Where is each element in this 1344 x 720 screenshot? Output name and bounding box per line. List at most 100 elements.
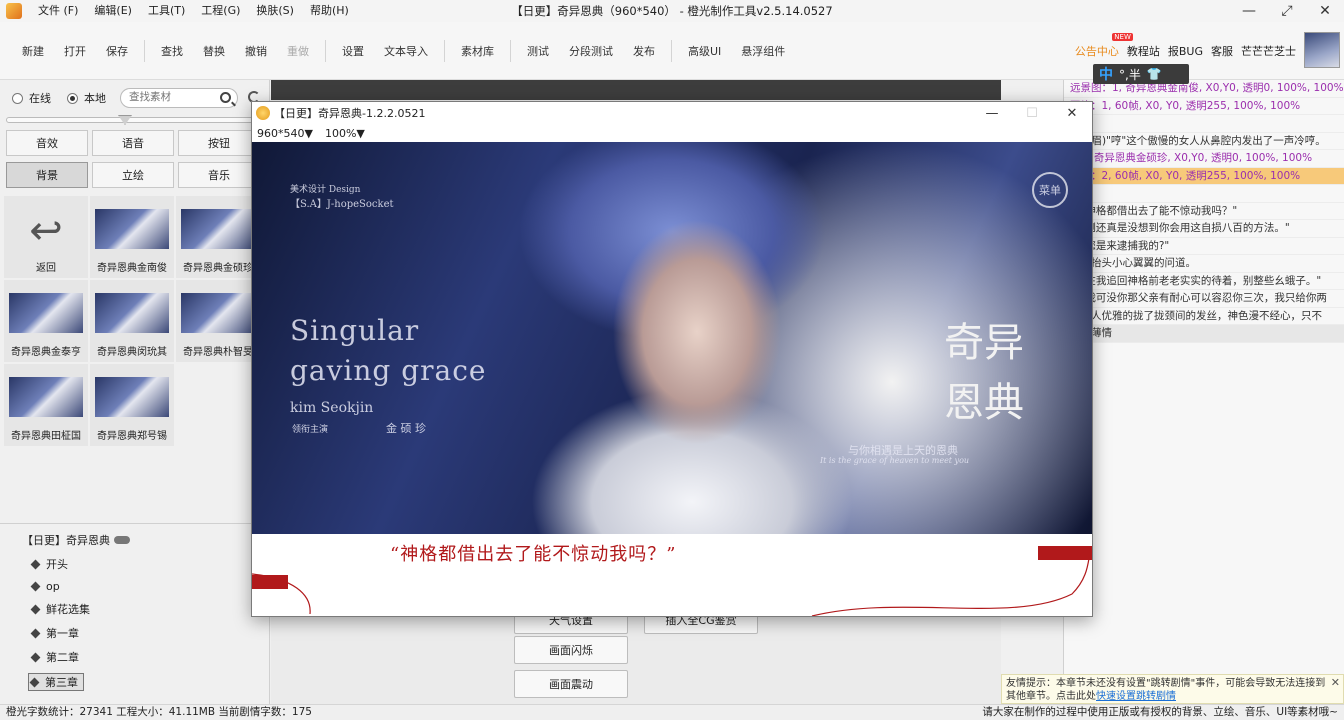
customer-service-link[interactable]: 客服	[1211, 43, 1233, 59]
restore-button[interactable]: ⤢	[1268, 0, 1306, 22]
script-line[interactable]: ："倒还真是没想到你会用这自损八百的方法。"	[1064, 220, 1344, 238]
tree-item-chapter-1[interactable]: 第一章	[30, 625, 270, 641]
thumbnail-size-slider[interactable]	[6, 117, 254, 123]
local-radio[interactable]	[67, 92, 78, 104]
quick-set-jump-link[interactable]: 快速设置跳转剧情	[1096, 691, 1176, 702]
asset-grid: ↩ 返回 奇异恩典金南俊 奇异恩典金硕珍 奇异恩典金泰亨 奇异恩典闵玧其 奇异恩…	[4, 196, 266, 446]
asset-thumbnail	[181, 293, 255, 333]
online-radio[interactable]	[12, 92, 23, 104]
category-button[interactable]: 按钮	[178, 130, 260, 156]
asset-item[interactable]: 奇异恩典金泰亨	[4, 280, 88, 362]
asset-item[interactable]: 奇异恩典田柾国	[4, 364, 88, 446]
category-voice[interactable]: 语音	[92, 130, 174, 156]
close-icon[interactable]: ✕	[1331, 676, 1340, 689]
script-line[interactable]: ："在我追回神格前老老实实的待着，别整些幺蛾子。"	[1064, 273, 1344, 290]
asset-item[interactable]: 奇异恩典闵玧其	[90, 280, 174, 362]
menu-logo-button[interactable]: 菜单	[1032, 172, 1068, 208]
report-bug-link[interactable]: 报BUG	[1168, 43, 1203, 59]
menu-help[interactable]: 帮助(H)	[302, 0, 357, 22]
category-sfx[interactable]: 音效	[6, 130, 88, 156]
asset-search-input[interactable]	[129, 91, 219, 103]
asset-item[interactable]: 奇异恩典郑号锡	[90, 364, 174, 446]
segment-test-button[interactable]: 分段测试	[559, 43, 623, 59]
category-sprite[interactable]: 立绘	[92, 162, 174, 188]
asset-thumbnail	[95, 209, 169, 249]
script-line[interactable]: ："您是来逮捕我的?"	[1064, 238, 1344, 255]
menu-edit[interactable]: 编辑(E)	[86, 0, 140, 22]
script-line[interactable]: ："我可没你那父亲有耐心可以容忍你三次，我只给你两	[1064, 290, 1344, 308]
test-button[interactable]: 测试	[517, 43, 559, 59]
preview-maximize-button[interactable]: ☐	[1012, 102, 1052, 124]
diamond-icon	[30, 581, 41, 592]
category-music[interactable]: 音乐	[178, 162, 260, 188]
collapse-toggle-icon[interactable]	[114, 536, 130, 544]
asset-library-button[interactable]: 素材库	[451, 43, 504, 59]
local-label: 本地	[84, 92, 106, 105]
script-line[interactable]: : 60	[1064, 185, 1344, 203]
tree-item-chapter-2[interactable]: 第二章	[30, 649, 270, 665]
script-line[interactable]: 异常薄情	[1064, 325, 1344, 343]
tree-item-chapter-3[interactable]: 第三章	[28, 673, 84, 691]
category-background[interactable]: 背景	[6, 162, 88, 188]
publish-button[interactable]: 发布	[623, 43, 665, 59]
menu-file[interactable]: 文件 (F)	[30, 0, 86, 22]
ime-mode[interactable]: 中	[1099, 64, 1113, 84]
undo-button[interactable]: 撤销	[235, 43, 277, 59]
role-label: 领衔主演	[292, 425, 329, 435]
replace-button[interactable]: 替换	[193, 43, 235, 59]
floating-widget-button[interactable]: 悬浮组件	[731, 43, 795, 59]
close-button[interactable]: ✕	[1306, 0, 1344, 22]
game-scene[interactable]: 美术设计 Design 【S.A】J-hopeSocket Singular g…	[252, 142, 1092, 616]
script-line[interactable]: ：女人优雅的拢了拢颈间的发丝，神色漫不经心，只不	[1064, 308, 1344, 325]
zoom-dropdown[interactable]: 100%▼	[325, 127, 365, 140]
redo-button[interactable]: 重做	[277, 43, 319, 59]
tree-item-opening[interactable]: 开头	[30, 556, 270, 572]
tree-item-op[interactable]: op	[30, 580, 270, 593]
english-title-line-2: gaving grace	[290, 354, 487, 387]
ime-status-bar[interactable]: 中 °,半 👕	[1093, 64, 1189, 84]
minimize-button[interactable]: —	[1230, 0, 1268, 22]
dialog-text: “神格都借出去了能不惊动我吗？”	[390, 544, 677, 565]
screen-shake-button[interactable]: 画面震动	[514, 670, 628, 698]
script-line[interactable]: 图片：1, 60帧, X0, Y0, 透明255, 100%, 100%	[1064, 98, 1344, 115]
notice-center-link[interactable]: 公告中心 NEW	[1075, 33, 1133, 59]
settings-button[interactable]: 设置	[332, 43, 374, 59]
new-button[interactable]: 新建	[12, 43, 54, 59]
preview-app-icon	[256, 106, 270, 120]
ime-symbols[interactable]: °,半	[1119, 66, 1141, 83]
asset-item[interactable]: 奇异恩典金硕珍	[176, 196, 260, 278]
tree-root[interactable]: 【日更】奇异恩典	[22, 532, 270, 548]
screen-flash-button[interactable]: 画面闪烁	[514, 636, 628, 664]
open-button[interactable]: 打开	[54, 43, 96, 59]
preview-close-button[interactable]: ✕	[1052, 102, 1092, 124]
asset-item[interactable]: 奇异恩典金南俊	[90, 196, 174, 278]
script-line-selected[interactable]: 图片：2, 60帧, X0, Y0, 透明255, 100%, 100%	[1064, 167, 1344, 185]
find-button[interactable]: 查找	[151, 43, 193, 59]
save-button[interactable]: 保存	[96, 43, 138, 59]
username[interactable]: 芒芒芒芝士	[1241, 43, 1296, 59]
tutorial-link[interactable]: 教程站	[1127, 43, 1160, 59]
resolution-dropdown[interactable]: 960*540▼	[257, 127, 313, 140]
avatar[interactable]	[1304, 32, 1340, 68]
toolbar-divider	[510, 39, 511, 62]
script-line[interactable]: ：2, 奇异恩典金硕珍, X0,Y0, 透明0, 100%, 100%	[1064, 150, 1344, 168]
preview-title-bar: 【日更】奇异恩典-1.2.2.0521	[252, 102, 1092, 124]
advanced-ui-button[interactable]: 高级UI	[678, 43, 731, 59]
shirt-icon[interactable]: 👕	[1147, 67, 1162, 81]
script-line[interactable]: : 60	[1064, 115, 1344, 133]
diamond-icon	[30, 652, 41, 662]
chinese-title-line-2: 恩典	[944, 380, 1024, 426]
preview-minimize-button[interactable]: —	[972, 102, 1012, 124]
script-line[interactable]: ："神格都借出去了能不惊动我吗？"	[1064, 203, 1344, 220]
menu-skin[interactable]: 换肤(S)	[248, 0, 302, 22]
script-line[interactable]: : (皱眉)"哼"这个傲慢的女人从鼻腔内发出了一声冷哼。	[1064, 133, 1344, 150]
search-icon[interactable]	[220, 92, 231, 103]
text-import-button[interactable]: 文本导入	[374, 43, 438, 59]
menu-tools[interactable]: 工具(T)	[140, 0, 193, 22]
tree-item-flower-select[interactable]: 鲜花选集	[30, 601, 270, 617]
asset-label: 奇异恩典田柾国	[11, 431, 81, 442]
asset-item[interactable]: 奇异恩典朴智旻	[176, 280, 260, 362]
menu-project[interactable]: 工程(G)	[193, 0, 248, 22]
script-line[interactable]: ：我抬头小心翼翼的问道。	[1064, 255, 1344, 273]
asset-back[interactable]: ↩ 返回	[4, 196, 88, 278]
